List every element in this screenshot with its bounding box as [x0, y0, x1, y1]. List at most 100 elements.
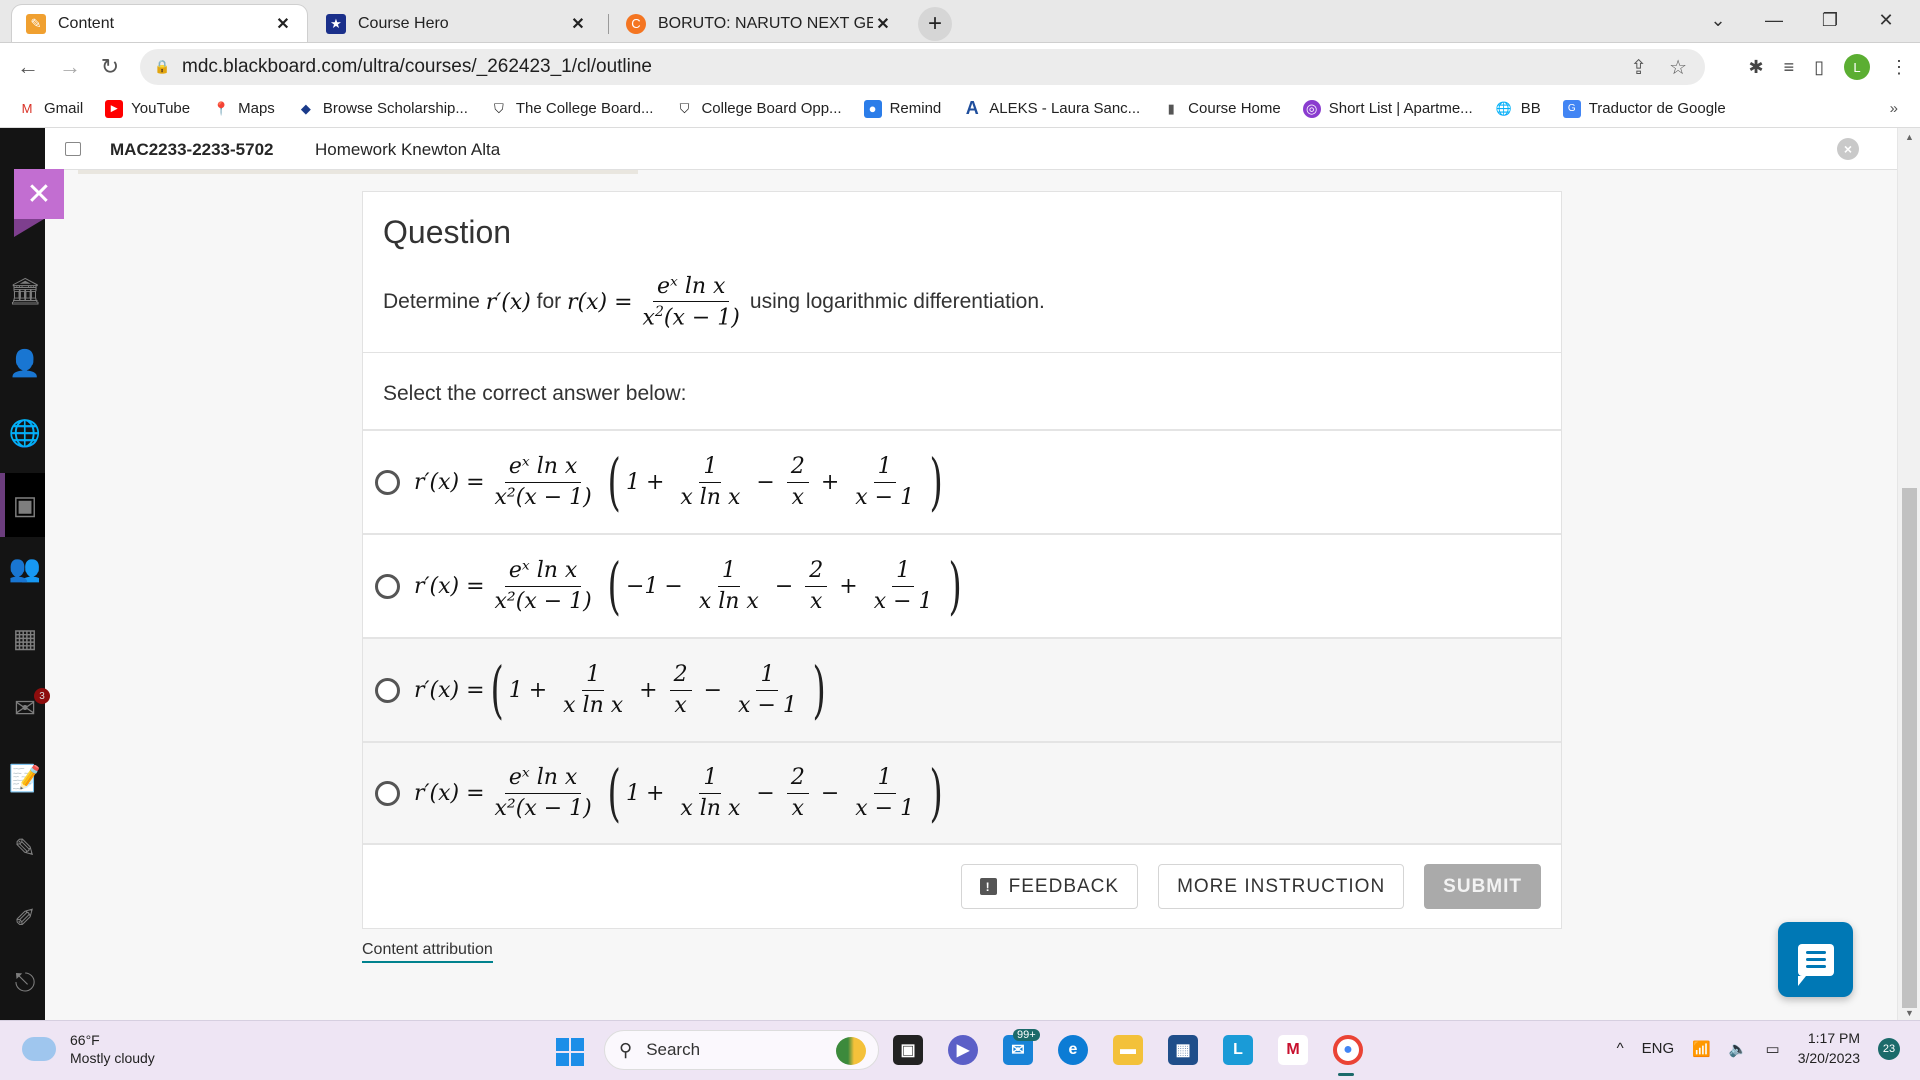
window-close-icon[interactable]: ✕ — [1858, 0, 1914, 40]
browser-toolbar: ← → ↻ 🔒 mdc.blackboard.com/ultra/courses… — [0, 42, 1920, 90]
left-paren: ( — [607, 756, 621, 829]
volume-icon[interactable]: 🔈 — [1729, 1040, 1748, 1058]
scroll-down-icon[interactable]: ▼ — [1905, 1008, 1914, 1018]
content-attribution-link[interactable]: Content attribution — [362, 941, 493, 963]
bookmark-remind[interactable]: ● Remind — [863, 99, 941, 118]
vertical-scrollbar[interactable]: ▲ ▼ — [1897, 128, 1920, 1020]
bookmark-aleks[interactable]: A ALEKS - Laura Sanc... — [963, 98, 1140, 118]
radio-button[interactable] — [375, 780, 400, 806]
forward-icon[interactable]: → — [54, 51, 86, 83]
answer-option[interactable]: r′(x) = eˣ ln x x²(x − 1)(1 +1 x ln x −2 x −1 x … — [363, 741, 1561, 845]
restore-icon[interactable]: ❐ — [1802, 0, 1858, 40]
close-tab-icon[interactable]: ✕ — [273, 14, 293, 34]
calendar-icon[interactable]: ▦ — [10, 623, 40, 653]
running-indicator — [1338, 1073, 1354, 1076]
bookmarks-overflow-icon[interactable]: » — [1890, 100, 1898, 117]
feedback-icon: ! — [979, 878, 997, 895]
chat-help-button[interactable] — [1778, 922, 1853, 997]
close-tab-icon[interactable]: ✕ — [568, 14, 588, 34]
show-hidden-icons[interactable]: ^ — [1617, 1040, 1624, 1057]
radio-button[interactable] — [375, 573, 400, 599]
language-indicator[interactable]: ENG — [1642, 1040, 1675, 1057]
bookmark-bb[interactable]: 🌐 BB — [1495, 100, 1541, 118]
battery-icon[interactable]: ▭ — [1766, 1040, 1780, 1058]
prompt-text: using logarithmic differentiation. — [749, 290, 1045, 313]
bookmark-scholarship[interactable]: ◆ Browse Scholarship... — [297, 100, 468, 118]
tab-content[interactable]: ✎ Content ✕ — [12, 5, 307, 42]
notification-badge[interactable]: 23 — [1878, 1037, 1900, 1060]
institution-icon[interactable]: 🏛 — [9, 276, 42, 306]
side-panel-icon[interactable]: ▯ — [1814, 57, 1824, 78]
bookmark-short-list[interactable]: ◎ Short List | Apartme... — [1302, 99, 1473, 118]
profile-icon[interactable]: 👤 — [9, 348, 41, 378]
weather-widget[interactable]: 66°F Mostly cloudy — [22, 1029, 155, 1067]
crunchyroll-icon: C — [626, 13, 646, 34]
menu-icon[interactable]: ⋮ — [1890, 57, 1908, 78]
college-board-icon: ⛉ — [494, 100, 504, 116]
scroll-up-icon[interactable]: ▲ — [1905, 132, 1914, 142]
globe-icon[interactable]: 🌐 — [9, 418, 41, 448]
grades-icon[interactable]: 📝 — [9, 763, 41, 793]
fraction-numerator: 1 — [582, 662, 605, 691]
fraction-denominator: x²(x − 1) — [494, 795, 592, 821]
math-operator: − — [820, 780, 840, 806]
clock[interactable]: 1:17 PM 3/20/2023 — [1798, 1029, 1860, 1068]
feedback-button[interactable]: ! FEEDBACK — [960, 864, 1139, 909]
reload-icon[interactable]: ↻ — [94, 51, 126, 83]
start-button[interactable] — [556, 1038, 584, 1066]
bookmark-translate[interactable]: G Traductor de Google — [1562, 99, 1726, 118]
bookmark-college-board[interactable]: ⛉ The College Board... — [490, 100, 653, 118]
l-app-icon[interactable]: L — [1223, 1035, 1253, 1065]
signout-icon[interactable]: ⎋ — [10, 967, 40, 998]
minimize-icon[interactable]: — — [1746, 0, 1802, 40]
tab-course-hero[interactable]: ★ Course Hero ✕ — [312, 5, 602, 42]
fraction-numerator: 1 — [892, 558, 915, 587]
file-explorer-icon[interactable]: ▬ — [1113, 1035, 1143, 1065]
answer-option[interactable]: r′(x) = eˣ ln x x²(x − 1)(1 +1 x ln x −2 x +1 x … — [363, 429, 1561, 533]
answer-option[interactable]: r′(x) =(1 +1 x ln x +2 x −1 x − 1) — [363, 637, 1561, 741]
copy-icon[interactable] — [65, 142, 81, 156]
bookmark-college-board-opp[interactable]: ⛉ College Board Opp... — [675, 100, 842, 118]
close-tab-icon[interactable]: ✕ — [873, 14, 893, 34]
tools-icon[interactable]: ✎ — [10, 833, 40, 863]
wifi-icon[interactable]: 📶 — [1692, 1040, 1711, 1058]
tab-boruto[interactable]: C BORUTO: NARUTO NEXT GENERA ✕ — [612, 5, 907, 42]
taskbar-search[interactable]: ⚲ Search — [604, 1030, 879, 1070]
share-icon[interactable]: ⇪ — [1630, 55, 1647, 80]
close-overlay-button[interactable]: ✕ — [14, 169, 64, 219]
teams-chat-icon[interactable]: ▶ — [948, 1035, 978, 1065]
bookmark-maps[interactable]: 📍 Maps — [212, 100, 275, 118]
mail-icon[interactable]: ✉ 99+ — [1003, 1029, 1040, 1065]
edge-icon[interactable]: e — [1058, 1035, 1088, 1065]
store-icon[interactable]: ▦ — [1168, 1035, 1198, 1065]
tab-search-icon[interactable]: ⌄ — [1690, 0, 1746, 40]
submit-button[interactable]: SUBMIT — [1424, 864, 1541, 909]
action-buttons: ! FEEDBACK MORE INSTRUCTION SUBMIT — [960, 864, 1541, 909]
radio-button[interactable] — [375, 469, 400, 495]
profile-avatar[interactable]: L — [1844, 54, 1870, 80]
bookmark-gmail[interactable]: M Gmail — [18, 100, 84, 118]
scrollbar-thumb[interactable] — [1902, 488, 1917, 1008]
weather-cloud-icon — [22, 1029, 56, 1062]
bookmark-youtube[interactable]: ▶ YouTube — [105, 99, 190, 118]
mcafee-icon[interactable]: M — [1278, 1035, 1308, 1065]
math-operator: − — [756, 469, 775, 495]
math-operator: + — [839, 573, 858, 599]
bookmark-course-home[interactable]: ▮ Course Home — [1162, 100, 1281, 118]
answer-option[interactable]: r′(x) = eˣ ln x x²(x − 1)(−1−1 x ln x −2 x +1 x… — [363, 533, 1561, 637]
courses-icon[interactable]: ▣ — [0, 473, 45, 537]
chrome-icon[interactable]: ● — [1333, 1035, 1363, 1065]
back-icon[interactable]: ← — [12, 51, 44, 83]
edit-icon[interactable]: ✐ — [10, 903, 40, 933]
new-tab-button[interactable]: + — [918, 7, 952, 41]
task-view-icon[interactable]: ▣ — [893, 1035, 923, 1065]
close-panel-icon[interactable]: × — [1837, 138, 1859, 160]
bookmark-star-icon[interactable]: ☆ — [1669, 55, 1687, 80]
address-bar[interactable]: 🔒 mdc.blackboard.com/ultra/courses/_2624… — [140, 49, 1705, 85]
extensions-icon[interactable]: ✱ — [1748, 57, 1763, 78]
groups-icon[interactable]: 👥 — [9, 553, 41, 583]
more-instruction-button[interactable]: MORE INSTRUCTION — [1158, 864, 1405, 909]
math-term: 1 — [625, 780, 640, 806]
radio-button[interactable] — [375, 677, 400, 703]
media-icon[interactable]: ≡ — [1784, 57, 1795, 78]
